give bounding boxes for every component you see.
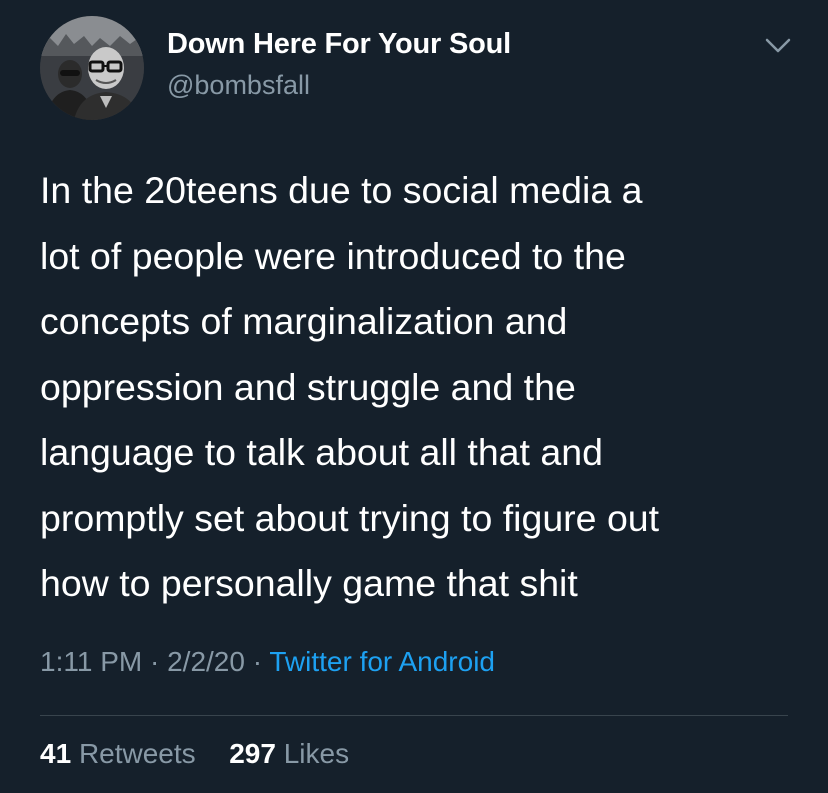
tweet-text-line: language to talk about all that and (40, 431, 603, 473)
tweet-card: Down Here For Your Soul @bombsfall In th… (0, 0, 828, 793)
user-handle[interactable]: @bombsfall (167, 70, 310, 101)
tweet-text: In the 20teens due to social media a lot… (40, 158, 800, 617)
meta-separator: · (149, 646, 160, 677)
tweet-text-line: In the 20teens due to social media a (40, 169, 643, 211)
chevron-down-icon[interactable] (763, 34, 793, 58)
tweet-date[interactable]: 2/2/20 (167, 646, 245, 677)
tweet-text-line: how to personally game that shit (40, 562, 578, 604)
tweet-time[interactable]: 1:11 PM (40, 646, 142, 677)
retweets-stat[interactable]: 41 Retweets (40, 738, 203, 769)
likes-label: Likes (283, 738, 350, 769)
tweet-source-link[interactable]: Twitter for Android (269, 646, 495, 677)
tweet-metadata: 1:11 PM · 2/2/20 · Twitter for Android (40, 646, 495, 678)
tweet-text-line: promptly set about trying to figure out (40, 496, 660, 539)
tweet-stats: 41 Retweets 297 Likes (40, 738, 349, 770)
meta-separator: · (252, 646, 263, 677)
avatar-photo (40, 16, 144, 120)
divider (40, 715, 788, 716)
tweet-text-line: concepts of marginalization and (40, 300, 568, 342)
avatar[interactable] (40, 16, 144, 120)
display-name[interactable]: Down Here For Your Soul (167, 28, 511, 61)
tweet-text-line: lot of people were introduced to the (40, 234, 626, 277)
likes-count: 297 (229, 738, 276, 769)
tweet-text-line: oppression and struggle and the (40, 365, 576, 408)
retweets-count: 41 (40, 738, 72, 769)
retweets-label: Retweets (78, 738, 196, 769)
likes-stat[interactable]: 297 Likes (229, 738, 349, 769)
